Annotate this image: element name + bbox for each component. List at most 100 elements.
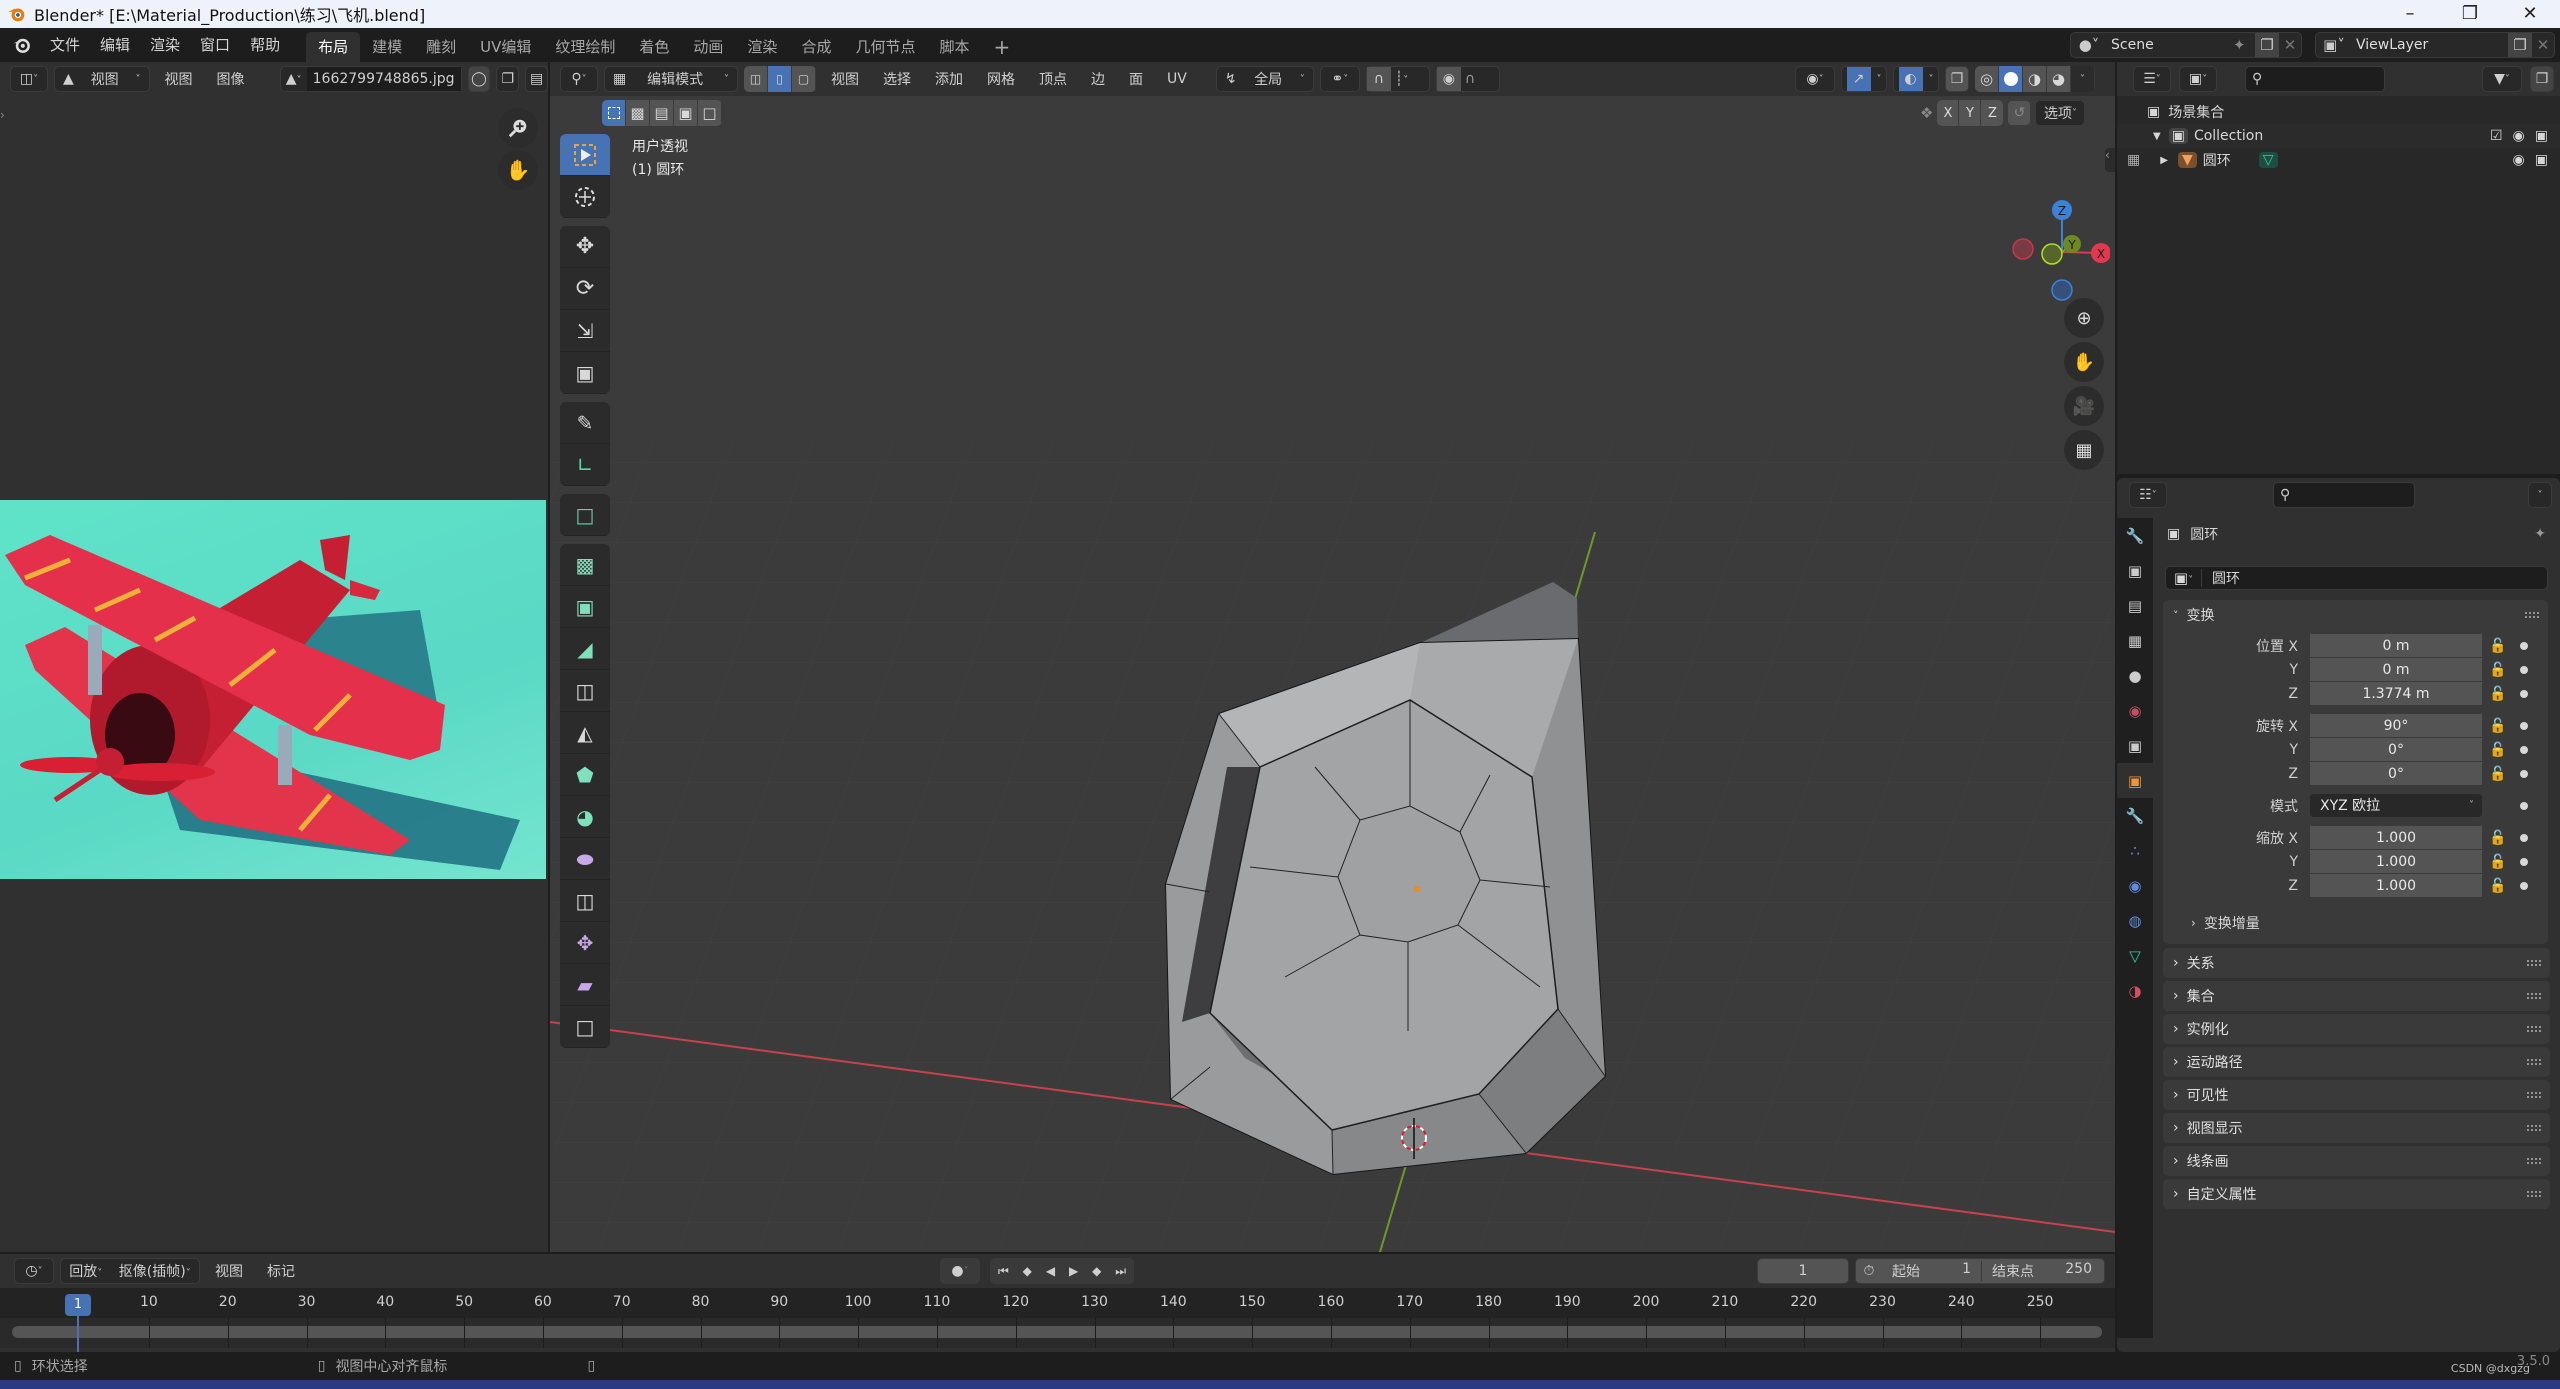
lock-icon[interactable]: 🔓 <box>2482 766 2514 782</box>
menu-mesh[interactable]: 网格 <box>978 69 1024 89</box>
tab-tool[interactable]: 🔧 <box>2117 518 2153 553</box>
tab-output[interactable]: ▤ <box>2117 588 2153 623</box>
topology-mirror-toggle[interactable]: ↺ <box>2007 100 2032 126</box>
maximize-button[interactable]: ❐ <box>2440 0 2500 28</box>
menu-select[interactable]: 选择 <box>874 69 920 89</box>
zoom-view-button[interactable]: ⊕ <box>2064 298 2104 338</box>
mirror-y-toggle[interactable]: Y <box>1959 100 1982 126</box>
eye-icon[interactable]: ◉ <box>2513 152 2525 168</box>
tool-shrink-fatten[interactable]: ✥ <box>560 922 610 964</box>
panel-collections[interactable]: › 集合 <box>2163 981 2550 1011</box>
editor-type-button[interactable]: ◫ ˅ <box>10 66 48 92</box>
new-scene-icon[interactable]: ❐ <box>2255 33 2279 57</box>
delete-view-layer-icon[interactable]: ✕ <box>2532 36 2554 54</box>
tab-shading[interactable]: 着色 <box>627 32 681 62</box>
select-invert-button[interactable]: ▣ <box>674 100 698 126</box>
edit-mode-toggle-icon[interactable]: ▦ <box>2127 152 2140 168</box>
jump-end-icon[interactable]: ⏭ <box>1115 1264 1126 1279</box>
outliner-scene-collection[interactable]: ▣ 场景集合 <box>2117 100 2560 124</box>
outliner-object-row[interactable]: ▦ ▶ ▼ 圆环 ▽ ◉ ▣ <box>2117 148 2560 172</box>
camera-render-icon[interactable]: ▣ <box>2535 128 2548 144</box>
keyframe-dot[interactable] <box>2520 882 2528 890</box>
keyframe-dot[interactable] <box>2520 722 2528 730</box>
panel-visibility[interactable]: › 可见性 <box>2163 1080 2550 1110</box>
object-name-value[interactable]: 圆环 <box>2202 568 2240 588</box>
tab-data[interactable]: ▽ <box>2117 938 2153 973</box>
panel-viewport-display[interactable]: › 视图显示 <box>2163 1113 2550 1143</box>
navigation-gizmo[interactable]: Y Z X <box>1990 182 2110 312</box>
menu-view[interactable]: 视图 <box>822 69 868 89</box>
tool-inset[interactable]: ▣ <box>560 586 610 628</box>
outliner-collection-row[interactable]: ▼ ▣ Collection ☑ ◉ ▣ <box>2117 124 2560 148</box>
drag-handle-icon[interactable] <box>2526 1190 2542 1198</box>
panel-line-art[interactable]: › 线条画 <box>2163 1146 2550 1176</box>
overlay-toggle[interactable]: ◐ ˅ <box>1893 66 1939 92</box>
tool-knife[interactable]: ◭ <box>560 712 610 754</box>
tool-spin[interactable]: ◕ <box>560 796 610 838</box>
material-shading-button[interactable]: ◑ <box>2023 66 2047 92</box>
keyframe-dot[interactable] <box>2520 834 2528 842</box>
drag-handle-icon[interactable] <box>2526 1025 2542 1033</box>
keyframe-dot[interactable] <box>2520 858 2528 866</box>
edge-select-button[interactable]: ▯ <box>768 66 792 92</box>
tab-scene[interactable]: ● <box>2117 658 2153 693</box>
image-name-field[interactable]: 1662799748865.jpg <box>306 67 461 91</box>
jump-start-icon[interactable]: ⏮ <box>998 1264 1009 1279</box>
menu-face[interactable]: 面 <box>1120 69 1152 89</box>
transform-orientation-dropdown[interactable]: ↯ 全局 ˅ <box>1215 66 1314 92</box>
tab-animation[interactable]: 动画 <box>681 32 735 62</box>
pan-view-button[interactable]: ✋ <box>2064 342 2104 382</box>
select-intersect-button[interactable]: □ <box>698 100 722 126</box>
filter-button[interactable]: ▼ ˅ <box>2482 66 2522 92</box>
editor-type-button[interactable]: ⚲ ˅ <box>560 66 598 92</box>
stopwatch-icon[interactable]: ⏱ <box>1856 1263 1882 1279</box>
menu-edge[interactable]: 边 <box>1082 69 1114 89</box>
lock-icon[interactable]: 🔓 <box>2482 854 2514 870</box>
new-collection-button[interactable]: ❐ <box>2530 66 2554 92</box>
close-button[interactable]: ✕ <box>2500 0 2560 28</box>
proportional-edit-icon[interactable]: ◉ <box>1436 67 1461 91</box>
tab-render[interactable]: ▣ <box>2117 553 2153 588</box>
drag-handle-icon[interactable] <box>2526 1058 2542 1066</box>
gizmo-neg-y[interactable] <box>2041 243 2063 265</box>
current-frame-field[interactable]: 1 <box>1757 1258 1849 1284</box>
tab-modifiers[interactable]: 🔧 <box>2117 798 2153 833</box>
vertex-select-button[interactable]: ◫ <box>744 66 768 92</box>
scale-x-field[interactable]: 1.000 <box>2310 826 2482 850</box>
menu-window[interactable]: 窗口 <box>190 28 240 62</box>
camera-render-icon[interactable]: ▣ <box>2535 152 2548 168</box>
toolbar-toggle-arrow[interactable]: › <box>0 108 8 128</box>
lock-icon[interactable]: 🔓 <box>2482 830 2514 846</box>
pin-icon[interactable]: ✦ <box>2534 526 2546 542</box>
tab-layout[interactable]: 布局 <box>306 32 361 62</box>
play-reverse-icon[interactable]: ◀ <box>1046 1264 1055 1278</box>
camera-view-button[interactable]: 🎥 <box>2064 386 2104 426</box>
tool-measure[interactable]: ∟ <box>560 444 610 486</box>
solid-shading-button[interactable] <box>1999 66 2023 92</box>
minimize-button[interactable]: – <box>2380 0 2440 28</box>
menu-marker[interactable]: 标记 <box>258 1261 304 1281</box>
auto-keying-toggle[interactable]: ● ˅ <box>940 1258 980 1284</box>
gizmo-neg-x[interactable] <box>2012 238 2034 260</box>
object-browse-icon[interactable]: ▣˅ <box>2166 569 2202 587</box>
face-select-button[interactable]: ▢ <box>792 66 816 92</box>
scale-z-field[interactable]: 1.000 <box>2310 874 2482 898</box>
delete-scene-icon[interactable]: ✕ <box>2279 36 2301 54</box>
snap-target-icon[interactable]: ┊˅ <box>1391 71 1408 87</box>
panel-relations[interactable]: › 关系 <box>2163 948 2550 978</box>
menu-image[interactable]: 图像 <box>208 69 254 89</box>
start-frame-field[interactable]: 起始 1 <box>1882 1261 1982 1281</box>
tab-view-layer[interactable]: ▦ <box>2117 623 2153 658</box>
editor-type-button[interactable]: ◷ ˅ <box>14 1258 54 1284</box>
delta-transform-subpanel[interactable]: › 变换增量 <box>2163 908 2548 938</box>
lock-icon[interactable]: 🔓 <box>2482 638 2514 654</box>
xray-toggle[interactable]: ❐ <box>1945 66 1969 92</box>
scene-name[interactable]: Scene <box>2107 37 2233 53</box>
play-icon[interactable]: ▶ <box>1069 1264 1078 1278</box>
tab-world[interactable]: ◉ <box>2117 693 2153 728</box>
transform-panel-header[interactable]: ˅ 变换 <box>2163 600 2548 630</box>
panel-motion-paths[interactable]: › 运动路径 <box>2163 1047 2550 1077</box>
tab-constraints[interactable]: ◍ <box>2117 903 2153 938</box>
location-x-field[interactable]: 0 m <box>2310 634 2482 658</box>
mesh-data-icon[interactable]: ▽ <box>2258 152 2278 168</box>
